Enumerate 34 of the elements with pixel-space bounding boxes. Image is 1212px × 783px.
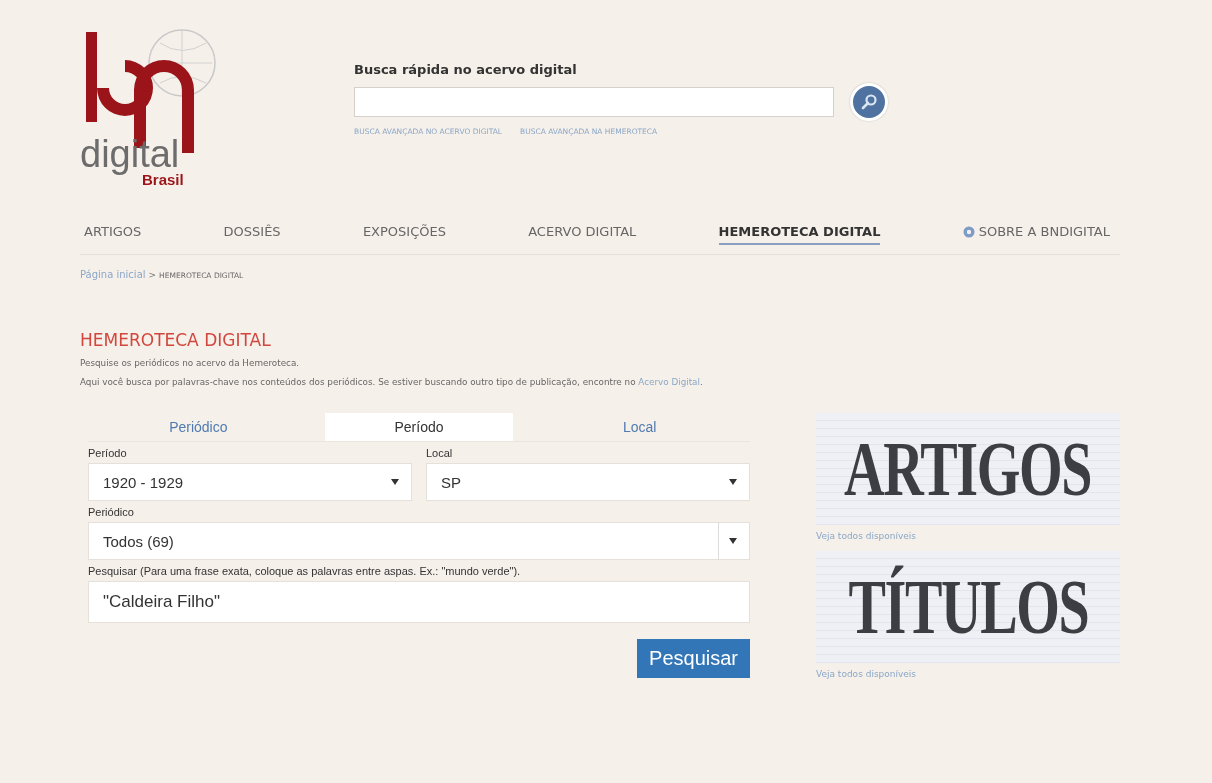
breadcrumb-separator: >	[148, 270, 157, 280]
field-label: Período	[88, 447, 128, 459]
search-submit-button[interactable]: Pesquisar	[637, 639, 750, 678]
search-field[interactable]: "Caldeira Filho"	[88, 581, 750, 623]
quick-search-field[interactable]	[354, 87, 834, 117]
logo-subtitle: Brasil	[142, 172, 184, 187]
search-button[interactable]	[850, 83, 888, 121]
nav-link[interactable]: SOBRE A BNDIGITAL	[962, 224, 1110, 245]
intro-text: Pesquise os periódicos no acervo da Hemeroteca.	[80, 358, 301, 368]
nav-link[interactable]: ARTIGOS	[84, 224, 142, 245]
field-label: Periódico	[88, 506, 135, 518]
quick-search-label: Busca rápida no acervo digital	[354, 62, 578, 77]
search-tab[interactable]: Período	[324, 413, 514, 441]
nav-link[interactable]: EXPOSIÇÕES	[362, 224, 446, 245]
search-tab[interactable]: Periódico	[104, 413, 293, 441]
promo-banner[interactable]: ARTIGOS	[816, 413, 1120, 525]
circle-icon	[962, 225, 975, 238]
search-icon	[859, 92, 879, 112]
caret-icon	[391, 479, 399, 485]
nav-link[interactable]: ACERVO DIGITAL	[528, 224, 637, 245]
search-tab[interactable]: Local	[545, 413, 734, 441]
field-label: Local	[426, 447, 454, 459]
location-select[interactable]: SP	[426, 463, 750, 501]
caret-icon	[729, 538, 737, 544]
field-label: Pesquisar (Para uma frase exata, coloque as palavras entre aspas. Ex.: "mundo verde").	[88, 565, 522, 577]
nav-link[interactable]: DOSSIÊS	[223, 224, 281, 245]
periodical-select[interactable]: Todos (69)	[88, 522, 750, 560]
section-title: HEMEROTECA DIGITAL	[80, 330, 272, 350]
caret-icon	[729, 479, 737, 485]
promo-banner[interactable]: TÍTULOS	[816, 551, 1120, 663]
period-select[interactable]: 1920 - 1929	[88, 463, 412, 501]
note-text: Aqui você busca por palavras-chave nos conteúdos dos periódicos. Se estiver buscando outro tipo de publicação, encontre no Acervo Digital.	[80, 377, 704, 387]
nav-link[interactable]: HEMEROTECA DIGITAL	[718, 224, 881, 245]
logo-wordmark: digital	[80, 135, 180, 173]
